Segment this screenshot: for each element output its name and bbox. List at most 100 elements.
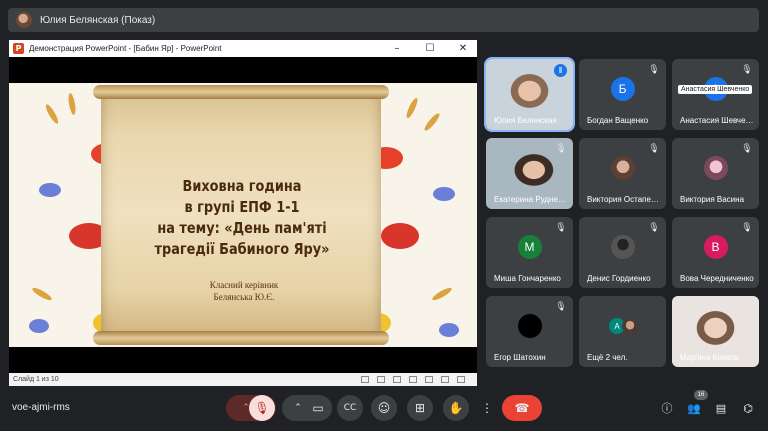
camera-button[interactable]: ▭ (305, 395, 331, 421)
raise-hand-button[interactable]: ✋ (443, 395, 469, 421)
wheat-decoration (404, 96, 420, 120)
participant-avatar: В (703, 235, 728, 259)
ppt-status-bar: Слайд 1 из 10 (9, 373, 477, 386)
participant-name: Денис Гордиенко (587, 274, 651, 283)
participant-tile[interactable]: 🎙 Денис Гордиенко (579, 217, 666, 288)
participant-avatar: Б (610, 77, 635, 101)
mic-off-icon: 🎙 (648, 223, 660, 233)
slide-counter: Слайд 1 из 10 (13, 376, 59, 383)
participant-tile[interactable]: А Ещё 2 чел. (579, 296, 666, 367)
participant-name: Виктория Остапенко (587, 195, 662, 204)
reading-view-icon[interactable] (441, 376, 449, 383)
present-screen-icon: ⊞ (414, 401, 426, 415)
slide-heading-line: трагедії Бабиного Яру» (154, 240, 330, 258)
participant-name: Богдан Ващенко (587, 116, 649, 125)
view-buttons[interactable] (361, 376, 477, 383)
participant-name: Мар'яна Коваль (680, 353, 740, 362)
wheat-decoration (43, 102, 61, 126)
slide: Виховна година в групі ЕПФ 1-1 на тему: … (9, 83, 477, 347)
captions-button[interactable]: CC (337, 395, 363, 421)
scroll-bottom-roll (93, 331, 389, 345)
slide-heading-line: в групі ЕПФ 1-1 (184, 198, 300, 216)
mic-off-icon: 🎙 (648, 144, 660, 154)
next-slide-icon[interactable] (393, 376, 401, 383)
participant-tile[interactable]: 🎙 А Анастасия Шевченко Анастасия Шевченк… (672, 59, 759, 130)
participant-avatar (610, 235, 635, 259)
wheat-decoration (30, 285, 54, 303)
participant-tile[interactable]: 🎙 М Миша Гончаренко (486, 217, 573, 288)
participant-tile[interactable]: 🎙 Виктория Васина (672, 138, 759, 209)
hand-icon: ✋ (448, 401, 464, 415)
chevron-up-icon[interactable]: ⌃ (294, 403, 302, 413)
mic-off-icon: 🎙 (555, 302, 567, 312)
mic-off-button[interactable]: 🎙 (249, 395, 275, 421)
normal-view-icon[interactable] (409, 376, 417, 383)
cornflower (29, 319, 49, 333)
name-tooltip: Анастасия Шевченко (678, 85, 753, 94)
mic-off-icon: 🎙 (741, 65, 753, 75)
end-call-button[interactable]: ☎ (502, 395, 542, 421)
mic-off-icon: 🎙 (254, 401, 270, 415)
info-icon[interactable]: ⓘ (659, 400, 675, 416)
slide-teacher-block: Класний керівник Белянська Ю.Є. (159, 279, 329, 303)
maximize-icon[interactable]: ☐ (416, 40, 444, 57)
slide-heading: Виховна година в групі ЕПФ 1-1 на тему: … (136, 176, 348, 260)
participant-tile[interactable]: Мар'яна Коваль (672, 296, 759, 367)
meeting-code: voe-ajmi-rms (12, 402, 70, 413)
participant-avatar (703, 156, 728, 180)
presenter-avatar (16, 12, 32, 28)
present-button[interactable]: ⊞ (407, 395, 433, 421)
captions-icon: CC (343, 403, 357, 413)
participant-tile[interactable]: 🎙 В Вова Чередниченко (672, 217, 759, 288)
mic-off-icon: 🎙 (648, 65, 660, 75)
ppt-title-bar: P Демонстрация PowerPoint - [Бабин Яр] -… (9, 40, 477, 57)
cornflower (433, 187, 455, 201)
slide-teacher-name: Белянська Ю.Є. (213, 292, 275, 302)
slide-heading-line: на тему: «День пам'яті (157, 219, 327, 237)
participant-name: Виктория Васина (680, 195, 745, 204)
speaking-indicator-icon: ⦀ (554, 64, 567, 77)
participant-avatar (517, 314, 542, 338)
participant-avatar (610, 156, 635, 180)
more-options-button[interactable]: ⋮ (474, 395, 500, 421)
wheat-decoration (422, 111, 442, 133)
scroll-top-roll (93, 85, 389, 99)
participant-name: Юлия Белянская (494, 116, 557, 125)
chat-icon[interactable]: ▤ (713, 400, 729, 416)
shared-powerpoint-window: P Демонстрация PowerPoint - [Бабин Яр] -… (9, 40, 477, 386)
ppt-window-title: Демонстрация PowerPoint - [Бабин Яр] - P… (29, 44, 222, 53)
prev-slide-icon[interactable] (361, 376, 369, 383)
emoji-icon: ☺ (377, 401, 391, 415)
participant-count-badge: 16 (694, 390, 708, 400)
activities-icon[interactable]: ⌬ (740, 400, 756, 416)
participant-name: Екатерина Рудненко (494, 195, 569, 204)
poppy-flower (381, 223, 419, 249)
participant-name: Анастасия Шевченко (680, 116, 755, 125)
cornflower (39, 183, 61, 197)
slide-heading-line: Виховна година (182, 177, 302, 195)
participant-tile[interactable]: 🎙 Екатерина Рудненко (486, 138, 573, 209)
slide-teacher-role: Класний керівник (209, 280, 279, 290)
mic-off-icon: 🎙 (555, 223, 567, 233)
close-icon[interactable]: ✕ (449, 40, 477, 57)
slideshow-icon[interactable] (457, 376, 465, 383)
mic-off-icon: 🎙 (741, 223, 753, 233)
participant-tile[interactable]: ⦀ Юлия Белянская (484, 57, 575, 132)
participant-name: Егор Шатохин (494, 353, 546, 362)
participant-tile[interactable]: 🎙 Б Богдан Ващенко (579, 59, 666, 130)
participant-name: Ещё 2 чел. (587, 353, 628, 362)
participant-name: Вова Чередниченко (680, 274, 754, 283)
participant-avatar (622, 318, 638, 334)
participant-tile[interactable]: 🎙 Виктория Остапенко (579, 138, 666, 209)
cornflower (439, 323, 459, 337)
people-icon[interactable]: 👥 (686, 400, 702, 416)
participant-tile[interactable]: 🎙 Егор Шатохин (486, 296, 573, 367)
presenter-label: Юлия Белянская (Показ) (40, 14, 156, 26)
pause-icon[interactable] (377, 376, 385, 383)
slide-sorter-icon[interactable] (425, 376, 433, 383)
minimize-icon[interactable]: – (383, 40, 411, 57)
wheat-decoration (430, 285, 454, 303)
presenter-bar[interactable]: Юлия Белянская (Показ) (8, 8, 759, 32)
powerpoint-icon: P (13, 43, 24, 54)
reactions-button[interactable]: ☺ (371, 395, 397, 421)
